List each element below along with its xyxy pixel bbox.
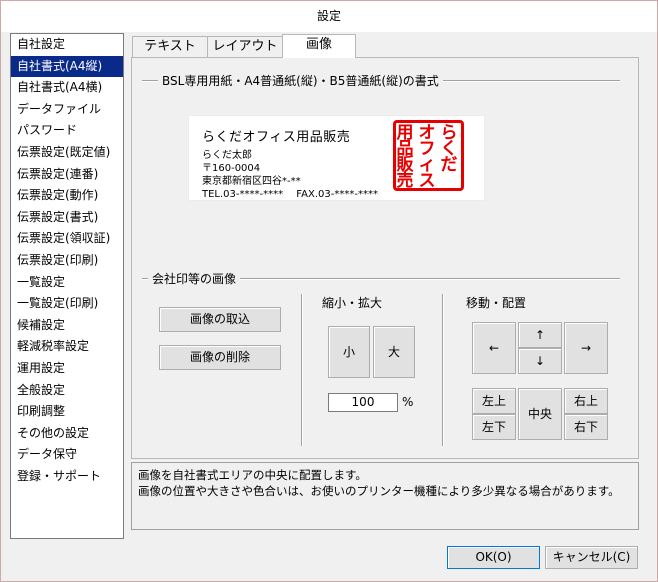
shrink-button[interactable]: 小 — [328, 326, 370, 378]
help-message-box: 画像を自社書式エリアの中央に配置します。 画像の位置や大きさや色合いは、お使いの… — [131, 462, 639, 530]
image-tab-panel: BSL専用用紙・A4普通紙(縦)・B5普通紙(縦)の書式 らくだオフィス用品販売… — [131, 57, 639, 459]
sidebar-item[interactable]: パスワード — [11, 120, 123, 142]
sidebar-item[interactable]: その他の設定 — [11, 423, 123, 445]
sidebar-item[interactable]: 伝票設定(領収証) — [11, 228, 123, 250]
align-top-left-button[interactable]: 左上 — [472, 388, 516, 414]
help-message-line-1: 画像を自社書式エリアの中央に配置します。 — [138, 468, 367, 482]
tab-image[interactable]: 画像 — [282, 34, 356, 58]
letterhead-preview: らくだオフィス用品販売 らくだ太郎 〒160-0004 東京都新宿区四谷*-**… — [188, 115, 485, 201]
sidebar-item[interactable]: データ保守 — [11, 444, 123, 466]
stamp-col-2: オ フ ィ ス — [418, 123, 436, 191]
import-image-button[interactable]: 画像の取込 — [159, 307, 281, 332]
move-up-button[interactable]: ↑ — [518, 322, 562, 348]
settings-category-list[interactable]: 自社設定 自社書式(A4縦) 自社書式(A4横) データファイル パスワード 伝票設定(既… — [10, 33, 124, 539]
stamp-col-3: 用 品 販 売 — [396, 123, 414, 191]
scale-percent-input[interactable]: 100 — [328, 393, 398, 412]
sidebar-item[interactable]: 候補設定 — [11, 315, 123, 337]
align-bottom-left-button[interactable]: 左下 — [472, 414, 516, 440]
preview-phone-fax: TEL.03-****-**** FAX.03-****-**** — [202, 189, 378, 200]
preview-section-title: BSL専用用紙・A4普通紙(縦)・B5普通紙(縦)の書式 — [158, 72, 443, 89]
sidebar-item[interactable]: 伝票設定(印刷) — [11, 250, 123, 272]
sidebar-item[interactable]: 一覧設定(印刷) — [11, 293, 123, 315]
company-seal-image: ら く だ オ フ ィ ス 用 品 販 売 — [393, 120, 464, 191]
help-message-line-2: 画像の位置や大きさや色合いは、お使いのプリンター機種により多少異なる場合がありま… — [138, 484, 620, 498]
sidebar-item[interactable]: 軽減税率設定 — [11, 336, 123, 358]
align-center-button[interactable]: 中央 — [518, 388, 562, 440]
sidebar-item[interactable]: 一覧設定 — [11, 272, 123, 294]
stamp-col-1: ら く だ — [440, 123, 458, 175]
tab-layout[interactable]: レイアウト — [207, 36, 283, 57]
sidebar-item[interactable]: データファイル — [11, 99, 123, 121]
sidebar-item[interactable]: 全般設定 — [11, 380, 123, 402]
sidebar-item[interactable]: 印刷調整 — [11, 401, 123, 423]
cancel-button[interactable]: キャンセル(C) — [545, 546, 638, 569]
dialog-client: 自社設定 自社書式(A4縦) 自社書式(A4横) データファイル パスワード 伝票設定(既… — [8, 32, 650, 575]
sidebar-item[interactable]: 自社書式(A4横) — [11, 77, 123, 99]
scale-section-title: 縮小・拡大 — [318, 294, 387, 311]
sidebar-item[interactable]: 自社設定 — [11, 34, 123, 56]
sidebar-item[interactable]: 運用設定 — [11, 358, 123, 380]
align-top-right-button[interactable]: 右上 — [564, 388, 608, 414]
align-bottom-right-button[interactable]: 右下 — [564, 414, 608, 440]
enlarge-button[interactable]: 大 — [373, 326, 415, 378]
window-title: 設定 — [1, 1, 657, 32]
sidebar-item[interactable]: 伝票設定(連番) — [11, 164, 123, 186]
sidebar-item[interactable]: 伝票設定(書式) — [11, 207, 123, 229]
image-section-title: 会社印等の画像 — [148, 270, 241, 287]
sidebar-item[interactable]: 伝票設定(動作) — [11, 185, 123, 207]
tab-text[interactable]: テキスト — [132, 36, 208, 57]
move-section-title: 移動・配置 — [462, 294, 531, 311]
move-down-button[interactable]: ↓ — [518, 348, 562, 374]
divider-right — [442, 294, 444, 446]
sidebar-item[interactable]: 伝票設定(既定値) — [11, 142, 123, 164]
move-right-button[interactable]: → — [564, 322, 608, 374]
delete-image-button[interactable]: 画像の削除 — [159, 345, 281, 370]
settings-window: 設定 自社設定 自社書式(A4縦) 自社書式(A4横) データファイル パスワード 伝票設… — [0, 0, 658, 582]
preview-company-name: らくだオフィス用品販売 — [202, 130, 351, 145]
move-left-button[interactable]: ← — [472, 322, 516, 374]
sidebar-item[interactable]: 自社書式(A4縦) — [11, 55, 123, 78]
scale-percent-unit: % — [398, 395, 418, 409]
ok-button[interactable]: OK(O) — [447, 546, 540, 569]
divider-left — [301, 294, 303, 446]
sidebar-item[interactable]: 登録・サポート — [11, 466, 123, 488]
